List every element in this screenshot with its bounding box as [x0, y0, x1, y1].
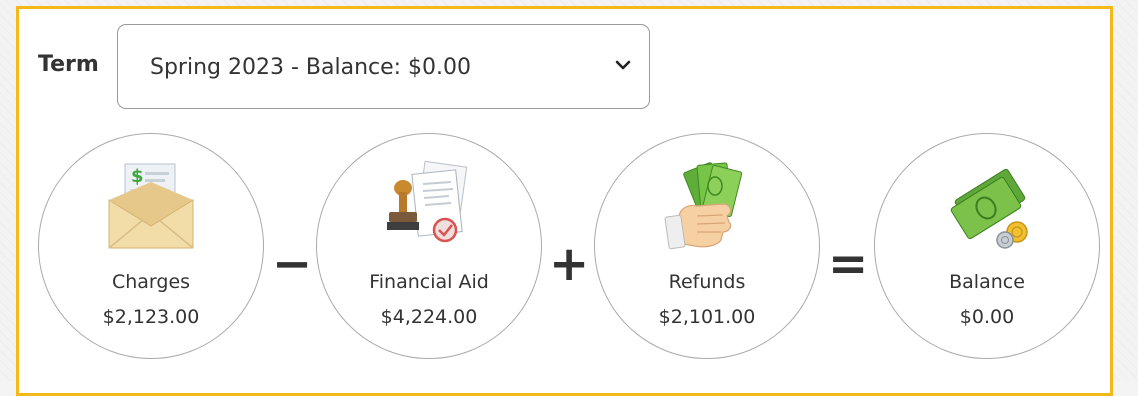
bill-envelope-icon: $	[108, 163, 194, 249]
charges-summary[interactable]: $ Charges $2,123.00	[38, 133, 264, 359]
balance-summary[interactable]: Balance $0.00	[874, 133, 1100, 359]
equals-operator: =	[828, 236, 869, 292]
balance-label: Balance	[949, 271, 1025, 293]
balance-amount: $0.00	[959, 306, 1015, 328]
financial-aid-amount: $4,224.00	[380, 306, 478, 328]
refunds-label: Refunds	[668, 271, 746, 293]
minus-operator: −	[272, 236, 313, 292]
financial-aid-label: Financial Aid	[369, 271, 489, 293]
term-select[interactable]: Spring 2023 - Balance: $0.00	[117, 24, 650, 109]
term-label: Term	[38, 52, 99, 77]
charges-label: Charges	[111, 271, 191, 293]
plus-operator: +	[549, 236, 590, 292]
svg-text:$: $	[131, 166, 144, 187]
term-select-value: Spring 2023 - Balance: $0.00	[150, 55, 472, 80]
financial-aid-summary[interactable]: Financial Aid $4,224.00	[316, 133, 542, 359]
money-coins-icon	[950, 168, 1028, 249]
charges-amount: $2,123.00	[102, 306, 200, 328]
refunds-summary[interactable]: Refunds $2,101.00	[594, 133, 820, 359]
chevron-down-icon	[615, 60, 631, 70]
stamp-document-icon	[387, 160, 468, 243]
hand-cash-icon	[664, 162, 743, 250]
refunds-amount: $2,101.00	[658, 306, 756, 328]
